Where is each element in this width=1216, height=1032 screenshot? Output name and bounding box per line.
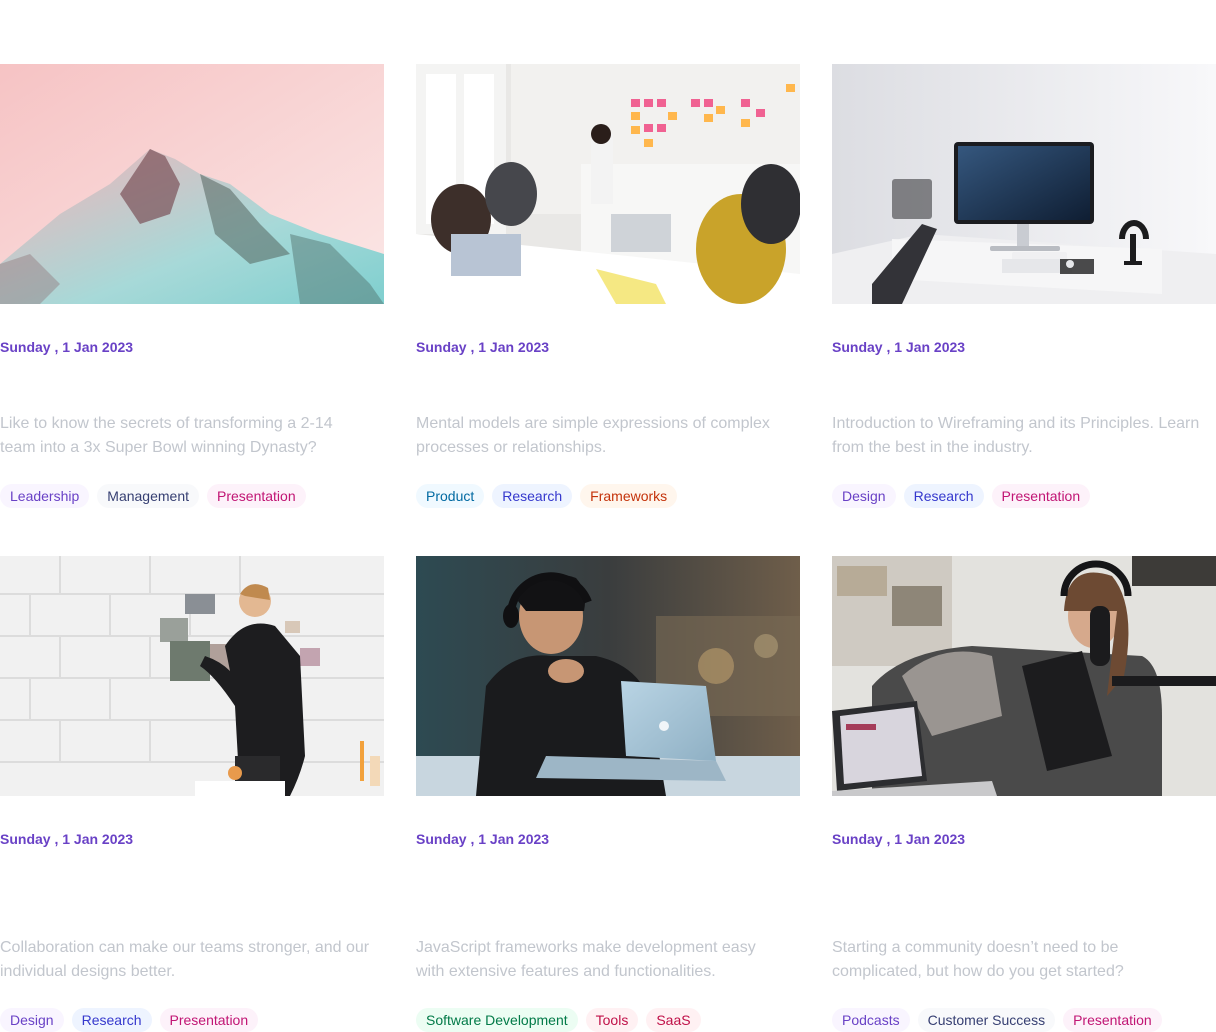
post-description: Mental models are simple expressions of … [416,415,770,456]
post-tags: Podcasts Customer Success Presentation [832,1008,1162,1032]
post-thumbnail[interactable] [0,556,384,796]
post-description: Like to know the secrets of transforming… [0,415,333,456]
post-tags: Leadership Management Presentation [0,484,306,508]
post-description: JavaScript frameworks make development e… [416,939,756,980]
tag-design[interactable]: Design [832,484,896,508]
post-tags: Software Development Tools SaaS [416,1008,701,1032]
post-tags: Design Research Presentation [0,1008,259,1032]
blog-post-card[interactable]: Sunday , 1 Jan 2023 JavaScript framework… [416,556,800,1032]
tag-management[interactable]: Management [97,484,199,508]
man-with-laptop-image [416,556,800,796]
snowy-mountain-image [0,64,384,304]
blog-post-card[interactable]: Sunday , 1 Jan 2023 Introduction to Wire… [832,64,1216,556]
tag-customer-success[interactable]: Customer Success [917,1008,1056,1032]
post-thumbnail[interactable] [832,556,1216,796]
blog-post-card[interactable]: Sunday , 1 Jan 2023 Like to know the sec… [0,64,384,556]
tag-presentation[interactable]: Presentation [1063,1008,1162,1032]
post-date: Sunday , 1 Jan 2023 [832,831,966,847]
post-date: Sunday , 1 Jan 2023 [416,831,550,847]
blog-post-card[interactable]: Sunday , 1 Jan 2023 Collaboration can ma… [0,556,384,1032]
post-description: Introduction to Wireframing and its Prin… [832,415,1200,456]
woman-podcasting-image [832,556,1216,796]
tag-leadership[interactable]: Leadership [0,484,90,508]
post-thumbnail[interactable] [0,64,384,304]
tag-presentation[interactable]: Presentation [991,484,1091,508]
tag-research[interactable]: Research [71,1008,152,1032]
tag-podcasts[interactable]: Podcasts [832,1008,910,1032]
post-thumbnail[interactable] [416,64,800,304]
post-date: Sunday , 1 Jan 2023 [832,339,966,355]
tag-saas[interactable]: SaaS [646,1008,701,1032]
post-tags: Design Research Presentation [832,484,1091,508]
post-thumbnail[interactable] [832,64,1216,304]
tag-research[interactable]: Research [903,484,984,508]
post-description: Collaboration can make our teams stronge… [0,939,370,980]
tag-presentation[interactable]: Presentation [207,484,306,508]
tag-frameworks[interactable]: Frameworks [580,484,678,508]
tag-research[interactable]: Research [492,484,573,508]
blog-post-grid: Sunday , 1 Jan 2023 Like to know the sec… [0,64,1216,1032]
tag-product[interactable]: Product [416,484,485,508]
team-meeting-image [416,64,800,304]
tag-presentation[interactable]: Presentation [159,1008,259,1032]
blog-post-card[interactable]: Sunday , 1 Jan 2023 Mental models are si… [416,64,800,556]
tag-software-development[interactable]: Software Development [416,1008,578,1032]
man-pinning-photos-image [0,556,384,796]
post-description: Starting a community doesn’t need to be … [832,939,1124,980]
post-thumbnail[interactable] [416,556,800,796]
post-date: Sunday , 1 Jan 2023 [416,339,550,355]
post-date: Sunday , 1 Jan 2023 [0,339,134,355]
desk-monitor-image [832,64,1216,304]
blog-post-card[interactable]: Sunday , 1 Jan 2023 Starting a community… [832,556,1216,1032]
post-date: Sunday , 1 Jan 2023 [0,831,134,847]
post-tags: Product Research Frameworks [416,484,678,508]
tag-design[interactable]: Design [0,1008,64,1032]
tag-tools[interactable]: Tools [585,1008,639,1032]
